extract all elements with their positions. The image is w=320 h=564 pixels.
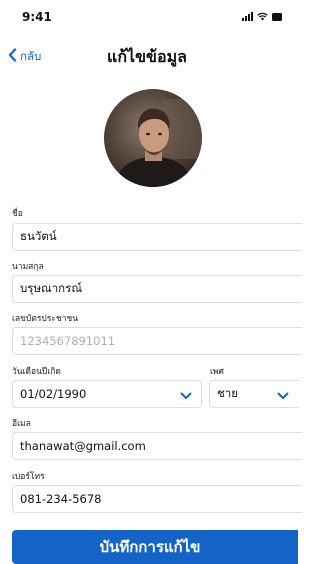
birth-date-value: 01/02/1990 [20,387,87,401]
phone-value: 081-234-5678 [20,492,102,506]
email-label: อีเมล [12,419,31,429]
id-card-label: เลขบัตรประชาชน [12,314,79,324]
birth-date-select[interactable]: 01/02/1990 [12,380,202,408]
wifi-icon [257,12,268,21]
last-name-label: นามสกุล [12,262,44,272]
avatar[interactable] [104,89,202,187]
phone-label: เบอร์โทร [12,472,45,482]
birth-date-label: วันเดือนปีเกิด [12,367,61,377]
gender-label: เพศ [210,367,224,377]
chevron-down-icon [277,389,289,403]
signal-icon [242,12,253,21]
status-time: 9:41 [22,10,52,24]
save-button[interactable]: บันทึกการแก้ไข [12,530,298,564]
status-bar: 9:41 [0,0,286,40]
id-card-field[interactable]: 1234567891011 [12,327,302,355]
nav-bar: กลับ แก้ไขข้อมูล [0,40,286,74]
battery-icon [272,12,282,21]
phone-field[interactable]: 081-234-5678 [12,485,302,513]
first-name-label: ชื่อ [12,209,23,219]
chevron-down-icon [180,389,192,403]
save-button-label: บันทึกการแก้ไข [99,538,201,556]
page-title: แก้ไขข้อมูล [107,47,187,66]
last-name-value: บรุษณากรณ์ [20,281,82,295]
gender-value: ชาย [217,386,239,400]
gender-select[interactable]: ชาย [209,380,299,408]
email-value: thanawat@gmail.com [20,439,146,453]
last-name-field[interactable]: บรุษณากรณ์ [12,275,302,303]
first-name-value: ธนวัตน์ [20,229,57,243]
first-name-field[interactable]: ธนวัตน์ [12,223,302,251]
email-field[interactable]: thanawat@gmail.com [12,432,302,460]
status-icons [242,12,282,21]
id-card-placeholder: 1234567891011 [20,334,116,348]
